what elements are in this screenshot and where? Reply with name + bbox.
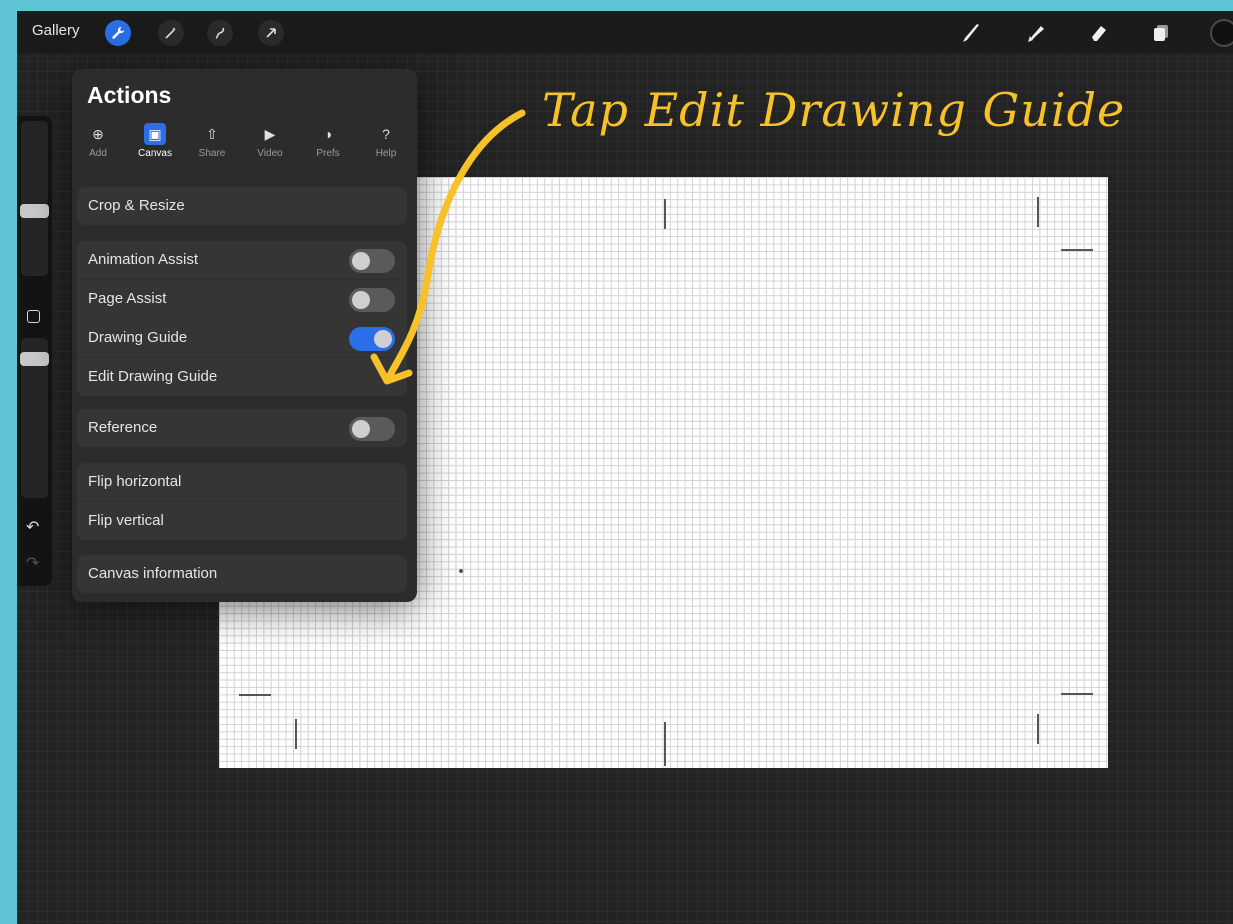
procreate-app: Gallery ↶ ↷ Actions ⊕ Add ▣ Canvas ⇧ Sha… (17, 11, 1233, 924)
annotation-text: Tap Edit Drawing Guide (542, 83, 1126, 137)
annotation-arrow (370, 109, 526, 385)
